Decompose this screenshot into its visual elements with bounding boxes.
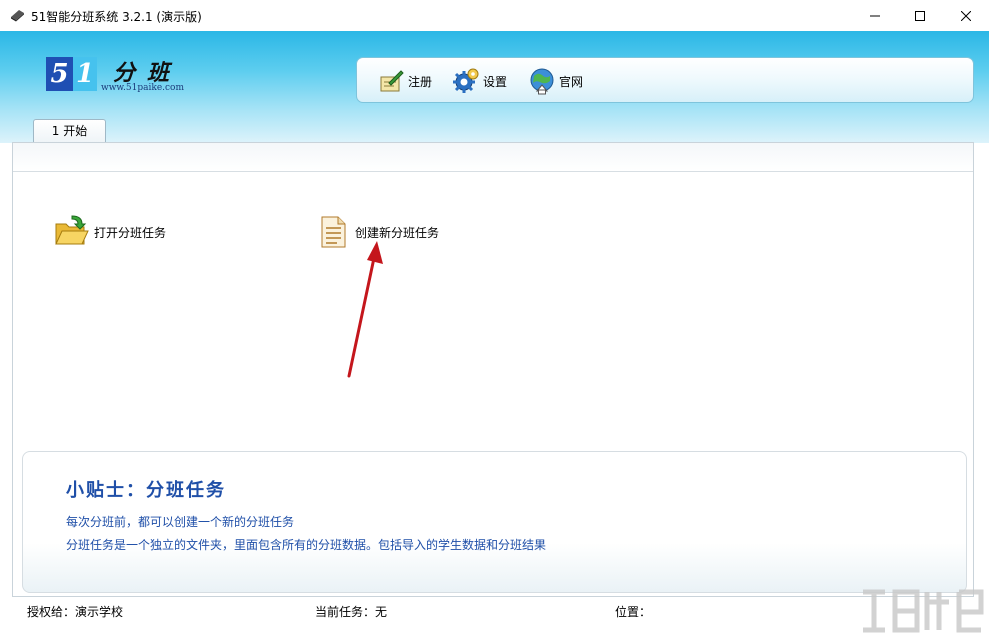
create-task-button[interactable]: 创建新分班任务 xyxy=(315,214,439,250)
website-button[interactable]: 官网 xyxy=(528,67,583,95)
open-task-label: 打开分班任务 xyxy=(94,225,167,240)
maximize-icon xyxy=(915,10,925,21)
window-title: 51智能分班系统 3.2.1 (演示版) xyxy=(31,10,202,24)
watermark-logo xyxy=(863,589,984,633)
status-location: 位置： xyxy=(615,605,652,619)
tips-line-1: 每次分班前，都可以创建一个新的分班任务 xyxy=(66,515,295,529)
title-bar: 51智能分班系统 3.2.1 (演示版) xyxy=(0,0,989,31)
minimize-icon xyxy=(870,15,880,16)
globe-home-icon xyxy=(530,68,554,95)
close-button[interactable] xyxy=(943,0,989,31)
document-icon xyxy=(321,216,346,248)
create-task-label: 创建新分班任务 xyxy=(355,225,440,240)
settings-button[interactable]: 设置 xyxy=(452,67,507,95)
tips-line-2: 分班任务是一个独立的文件夹，里面包含所有的分班数据。包括导入的学生数据和分班结果 xyxy=(66,538,547,552)
tips-box: 小贴士：分班任务 每次分班前，都可以创建一个新的分班任务 分班任务是一个独立的文… xyxy=(22,451,967,593)
close-icon xyxy=(961,10,971,21)
status-current-task: 当前任务：无 xyxy=(315,605,388,619)
tab-start[interactable]: 1 开始 xyxy=(33,119,106,143)
register-icon xyxy=(380,70,404,92)
open-task-button[interactable]: 打开分班任务 xyxy=(54,214,166,250)
status-bar: 授权给：演示学校 当前任务：无 位置： xyxy=(0,597,989,641)
tips-heading: 小贴士：分班任务 xyxy=(66,480,226,501)
logo-digit-5: 5 xyxy=(46,57,73,91)
panel-header-strip xyxy=(13,143,973,172)
logo-digit-1: 1 xyxy=(73,57,97,91)
settings-label: 设置 xyxy=(483,74,508,89)
gear-icon xyxy=(453,68,479,93)
register-button[interactable]: 注册 xyxy=(377,67,432,95)
logo-url: www.51paike.com xyxy=(101,83,184,93)
app-logo: 5 1 分班 www.51paike.com xyxy=(46,57,196,97)
folder-open-icon xyxy=(55,215,89,245)
toolbar: 注册 设置 官网 xyxy=(356,57,974,103)
register-label: 注册 xyxy=(408,74,433,89)
status-licensed: 授权给：演示学校 xyxy=(27,605,124,619)
app-icon xyxy=(11,10,24,22)
website-label: 官网 xyxy=(559,74,584,89)
minimize-button[interactable] xyxy=(852,0,898,31)
maximize-button[interactable] xyxy=(897,0,943,31)
